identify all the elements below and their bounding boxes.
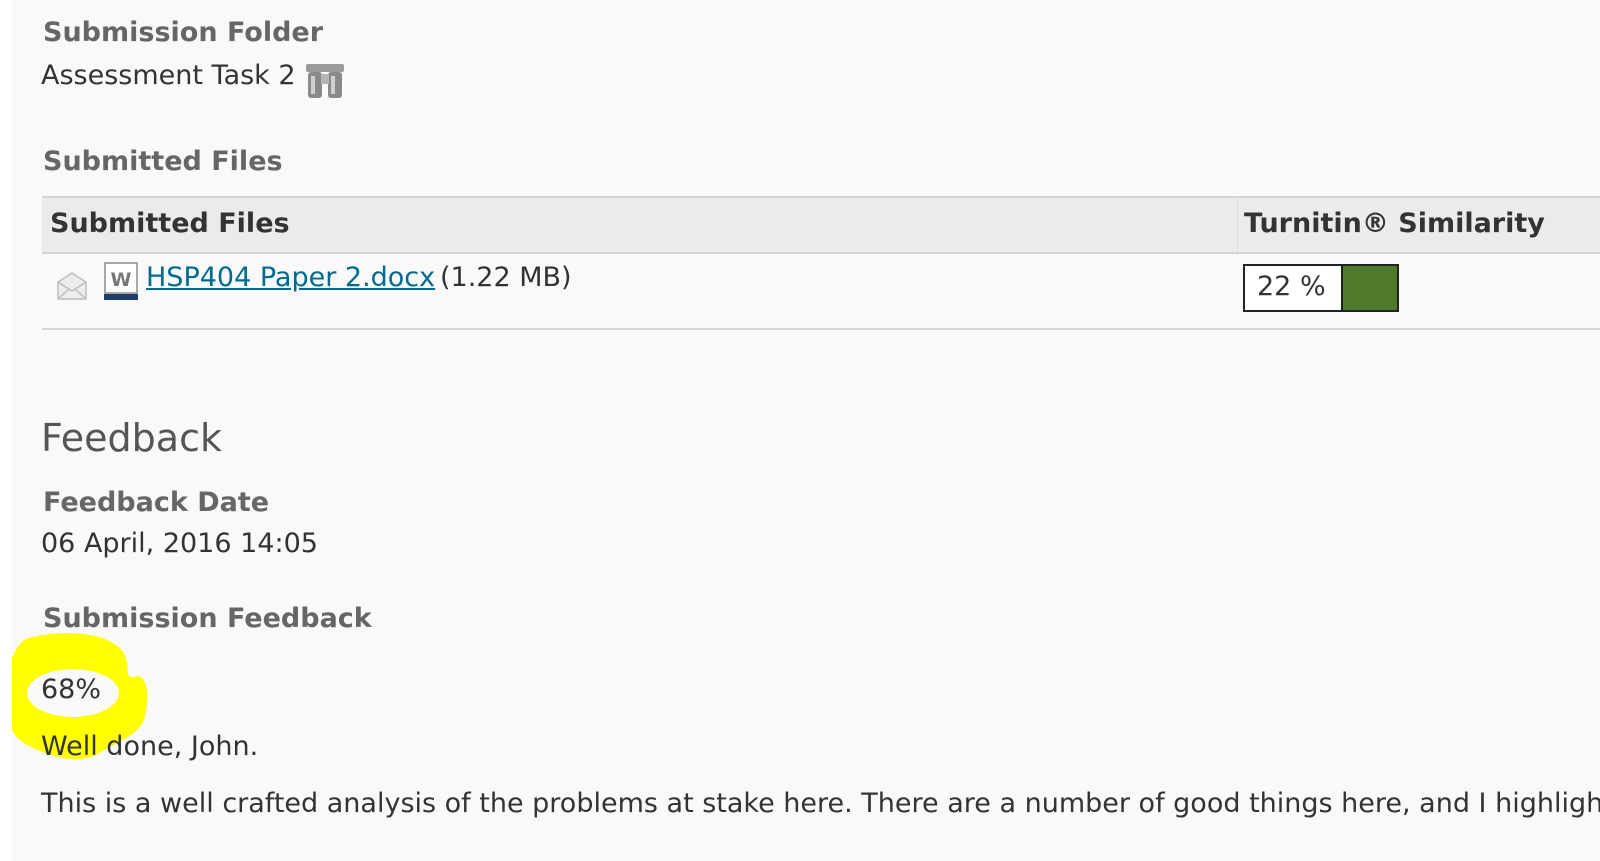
table-row: W HSP404 Paper 2.docx (1.22 MB) 22 % — [42, 254, 1600, 330]
file-download-link[interactable]: HSP404 Paper 2.docx — [146, 262, 435, 293]
feedback-body: This is a well crafted analysis of the p… — [41, 788, 1600, 819]
similarity-color-indicator — [1341, 266, 1397, 310]
submission-page: Submission Folder Assessment Task 2 Subm… — [12, 0, 1600, 861]
turnitin-similarity-report[interactable]: 22 % — [1243, 264, 1399, 312]
submitted-files-table: Submitted Files Turnitin® Similarity W H… — [42, 196, 1600, 330]
column-divider — [1237, 198, 1238, 252]
submitted-files-heading: Submitted Files — [43, 146, 283, 177]
word-document-icon: W — [104, 262, 138, 300]
column-header-submitted-files: Submitted Files — [50, 208, 290, 239]
binoculars-icon[interactable] — [304, 60, 346, 100]
envelope-icon — [57, 272, 87, 300]
column-header-turnitin-similarity: Turnitin® Similarity — [1244, 208, 1545, 239]
feedback-date-label: Feedback Date — [43, 487, 270, 518]
svg-text:W: W — [111, 269, 132, 291]
submission-folder-value: Assessment Task 2 — [41, 60, 296, 91]
feedback-grade: 68% — [41, 674, 102, 705]
submission-folder-label: Submission Folder — [43, 17, 324, 48]
feedback-greeting: Well done, John. — [41, 731, 259, 762]
table-header: Submitted Files Turnitin® Similarity — [42, 196, 1600, 254]
similarity-percentage: 22 % — [1257, 271, 1326, 302]
feedback-heading: Feedback — [41, 416, 222, 460]
file-size: (1.22 MB) — [440, 262, 572, 293]
feedback-date-value: 06 April, 2016 14:05 — [41, 528, 318, 559]
